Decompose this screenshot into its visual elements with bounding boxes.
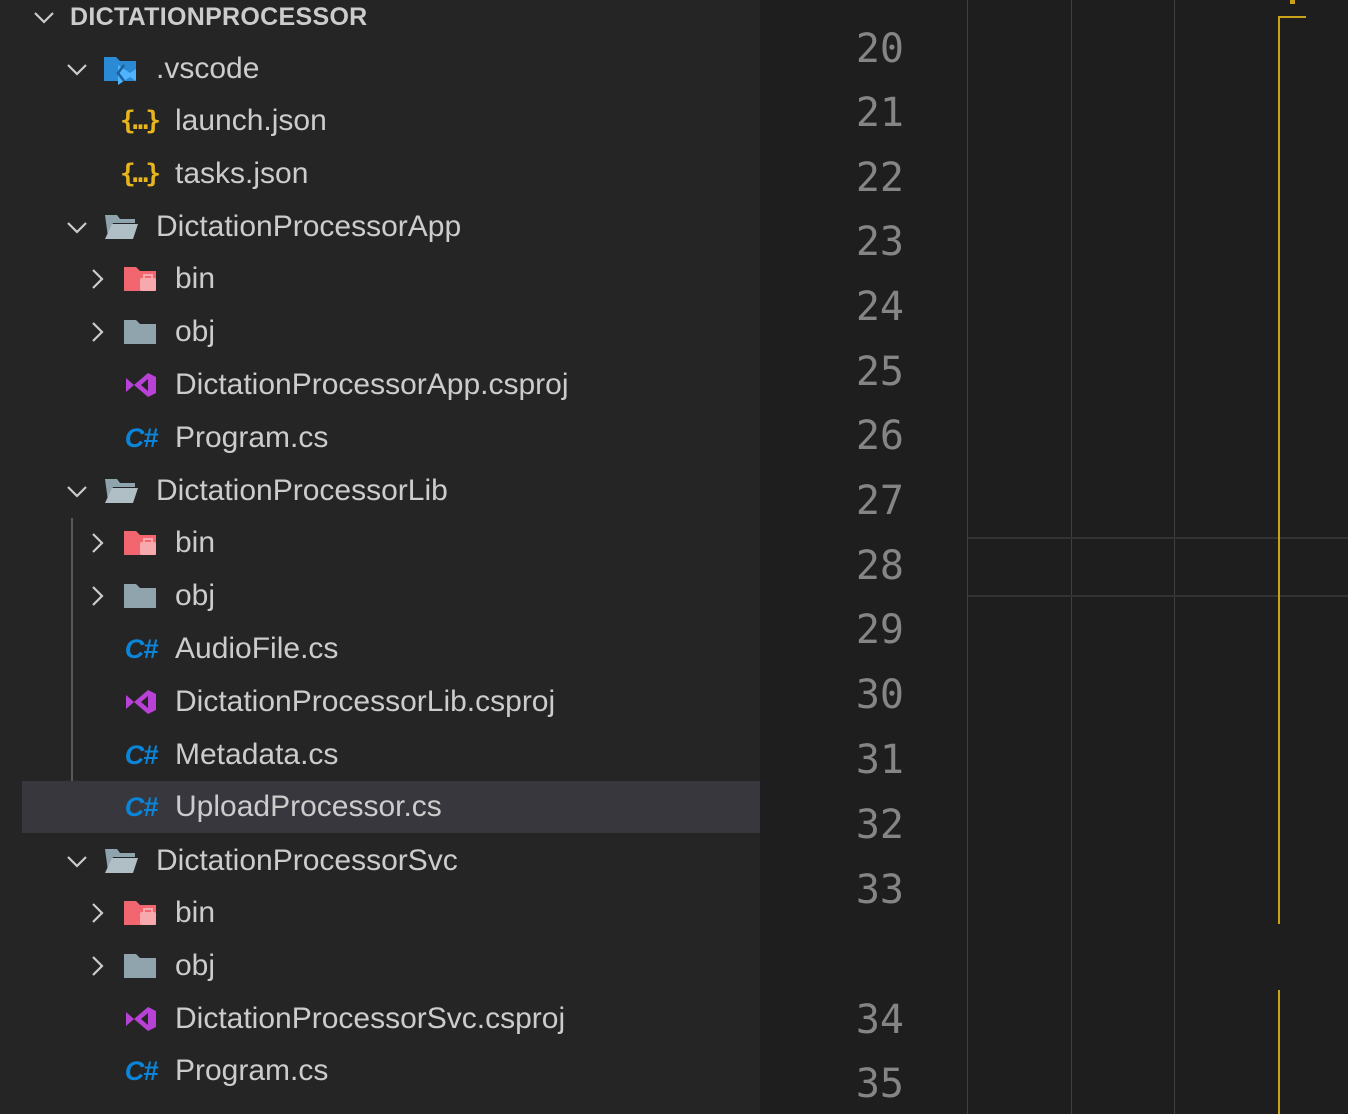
tree-item-label: bin — [175, 526, 216, 559]
chevron-down-icon — [67, 856, 87, 868]
tree-item-dictationprocessorsvc-folder[interactable]: DictationProcessorSvc — [22, 835, 760, 887]
vscode-folder-icon — [102, 53, 140, 85]
tree-item-obj-folder[interactable]: obj — [22, 570, 760, 622]
line-number: 26 — [855, 413, 904, 459]
code-editor[interactable]: 20 21 22 23 24 25 26 27 28 29 30 31 32 3… — [760, 0, 1348, 1114]
tree-item-bin-folder[interactable]: bin — [22, 253, 760, 305]
json-icon: {…} — [120, 106, 161, 136]
line-number: 23 — [855, 219, 904, 265]
tree-item-dictationprocessorapp-folder[interactable]: DictationProcessorApp — [22, 201, 760, 253]
csharp-icon: C# — [124, 422, 159, 453]
folder-open-icon — [102, 211, 140, 243]
line-number: 22 — [855, 155, 904, 201]
line-number: 31 — [855, 737, 904, 783]
tree-item-vscode-folder[interactable]: .vscode — [22, 43, 760, 95]
activity-bar-edge — [0, 0, 22, 1114]
tree-item-label: DictationProcessorApp — [156, 210, 462, 243]
explorer-section-title: DICTATIONPROCESSOR — [70, 3, 368, 31]
visual-studio-icon — [122, 369, 160, 401]
tree-item-label: obj — [175, 315, 216, 348]
explorer-section-header[interactable]: DICTATIONPROCESSOR — [22, 0, 760, 36]
tree-item-label: Metadata.cs — [175, 738, 339, 771]
bracket-pair-guide — [1278, 16, 1306, 18]
line-number: 20 — [855, 26, 904, 72]
tree-item-label: bin — [175, 262, 216, 295]
bin-folder-icon — [122, 263, 160, 295]
tree-item-label: .vscode — [156, 52, 260, 85]
bin-folder-icon — [122, 897, 160, 929]
tree-item-label: DictationProcessorSvc — [156, 844, 458, 877]
line-number: 33 — [855, 867, 904, 913]
folder-open-icon — [102, 845, 140, 877]
tree-item-csproj[interactable]: DictationProcessorLib.csproj — [22, 676, 760, 728]
bracket-pair-guide — [1290, 0, 1295, 4]
tree-item-label: launch.json — [175, 104, 327, 137]
json-icon: {…} — [120, 159, 161, 189]
line-number: 24 — [855, 284, 904, 330]
chevron-down-icon — [67, 486, 87, 498]
line-number: 35 — [855, 1061, 904, 1107]
tree-item-uploadprocessor-cs[interactable]: C# UploadProcessor.cs — [22, 781, 760, 833]
chevron-down-icon — [34, 12, 54, 24]
tree-item-label: UploadProcessor.cs — [175, 790, 442, 823]
tree-item-label: AudioFile.cs — [175, 632, 339, 665]
visual-studio-icon — [122, 1003, 160, 1035]
bin-folder-icon — [122, 527, 160, 559]
chevron-right-icon — [92, 956, 104, 976]
chevron-right-icon — [92, 322, 104, 342]
line-number: 28 — [855, 543, 904, 589]
chevron-down-icon — [67, 222, 87, 234]
tree-item-label: Program.cs — [175, 421, 329, 454]
chevron-right-icon — [92, 903, 104, 923]
tree-item-dictationprocessorlib-folder[interactable]: DictationProcessorLib — [22, 465, 760, 517]
tree-item-csproj[interactable]: DictationProcessorApp.csproj — [22, 359, 760, 411]
csharp-icon: C# — [124, 1055, 159, 1086]
line-number: 30 — [855, 672, 904, 718]
chevron-right-icon — [92, 269, 104, 289]
tree-item-label: DictationProcessorLib — [156, 474, 448, 507]
explorer-sidebar: DICTATIONPROCESSOR .vscode {…} launch.js… — [22, 0, 760, 1114]
line-number: 25 — [855, 349, 904, 395]
tree-item-launch-json[interactable]: {…} launch.json — [22, 95, 760, 147]
chevron-right-icon — [92, 586, 104, 606]
folder-icon — [122, 950, 160, 982]
chevron-down-icon — [67, 64, 87, 76]
line-number: 27 — [855, 478, 904, 524]
line-number: 34 — [855, 997, 904, 1043]
folder-icon — [122, 580, 160, 612]
tree-item-label: DictationProcessorSvc.csproj — [175, 1002, 566, 1035]
tree-item-label: obj — [175, 579, 216, 612]
current-line-highlight — [968, 537, 1348, 597]
tree-item-program-cs[interactable]: C# Program.cs — [22, 412, 760, 464]
tree-item-label: DictationProcessorApp.csproj — [175, 368, 569, 401]
csharp-icon: C# — [124, 791, 159, 822]
tree-item-obj-folder[interactable]: obj — [22, 940, 760, 992]
visual-studio-icon — [122, 686, 160, 718]
tree-item-label: obj — [175, 949, 216, 982]
csharp-icon: C# — [124, 739, 159, 770]
tree-item-label: DictationProcessorLib.csproj — [175, 685, 556, 718]
tree-item-csproj[interactable]: DictationProcessorSvc.csproj — [22, 993, 760, 1045]
tree-item-bin-folder[interactable]: bin — [22, 517, 760, 569]
bracket-pair-guide — [1278, 990, 1280, 1114]
tree-item-label: tasks.json — [175, 157, 309, 190]
csharp-icon: C# — [124, 633, 159, 664]
tree-item-audiofile-cs[interactable]: C# AudioFile.cs — [22, 623, 760, 675]
tree-item-bin-folder[interactable]: bin — [22, 887, 760, 939]
tree-item-obj-folder[interactable]: obj — [22, 306, 760, 358]
line-number: 32 — [855, 802, 904, 848]
line-number: 29 — [855, 607, 904, 653]
tree-item-program-cs[interactable]: C# Program.cs — [22, 1045, 760, 1097]
tree-item-metadata-cs[interactable]: C# Metadata.cs — [22, 729, 760, 781]
bracket-pair-guide — [1278, 16, 1280, 924]
folder-open-icon — [102, 475, 140, 507]
folder-icon — [122, 316, 160, 348]
tree-item-label: bin — [175, 896, 216, 929]
tree-item-tasks-json[interactable]: {…} tasks.json — [22, 148, 760, 200]
chevron-right-icon — [92, 533, 104, 553]
line-number: 21 — [855, 90, 904, 136]
tree-item-label: Program.cs — [175, 1054, 329, 1087]
